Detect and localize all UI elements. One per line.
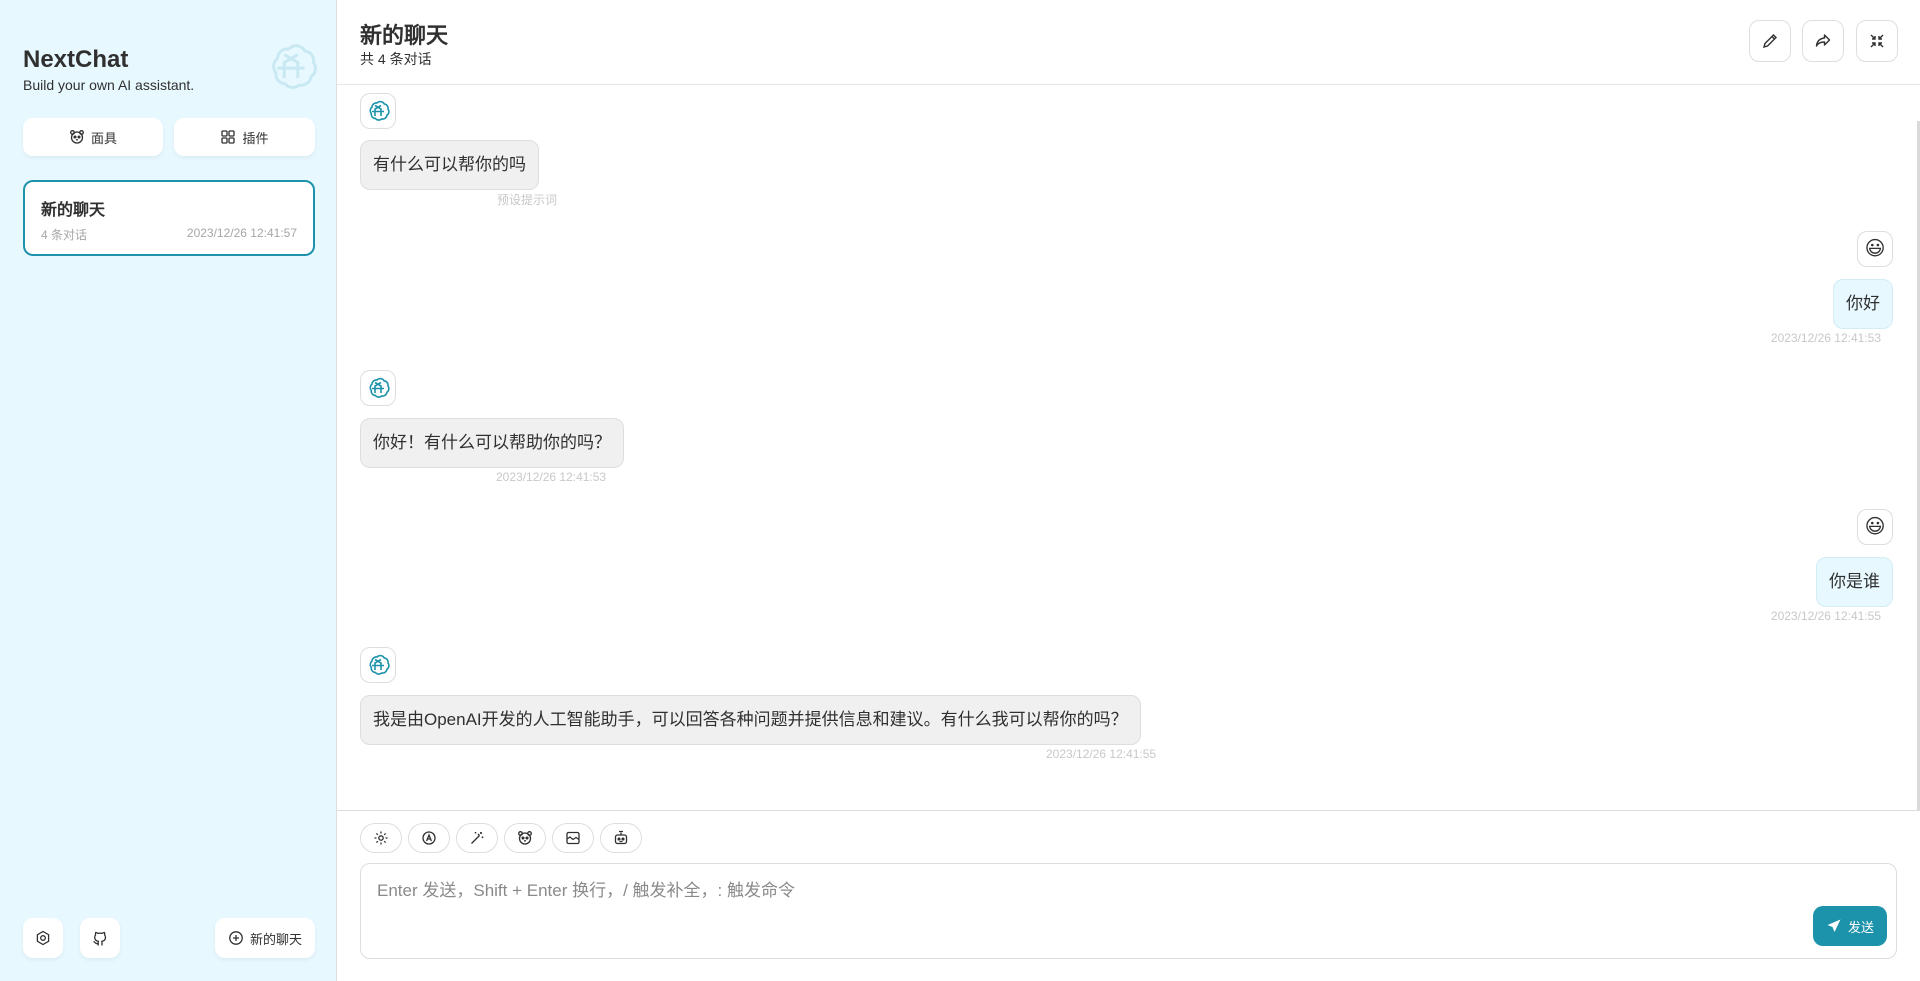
brand-title: NextChat (23, 46, 129, 73)
chat-item-count: 4 条对话 (41, 228, 88, 242)
openai-logo-icon (272, 44, 317, 89)
user-avatar: 😃 (1857, 231, 1893, 267)
message-meta: 2023/12/26 12:41:53 (1770, 331, 1881, 345)
bot-message: 你好！有什么可以帮助你的吗？ (360, 418, 624, 468)
plus-circle-icon (229, 931, 243, 945)
chat-list-item[interactable]: 新的聊天 4 条对话 2023/12/26 12:41:57 (23, 180, 315, 256)
masks-label: 面具 (90, 130, 117, 146)
send-label: 发送 (1847, 919, 1874, 935)
robot-icon (614, 830, 628, 845)
plugin-grid-icon (221, 130, 236, 144)
chat-header: 新的聊天 共 4 条对话 (337, 0, 1920, 85)
plugins-label: 插件 (242, 130, 269, 146)
sidebar: NextChat Build your own AI assistant. 面具… (0, 0, 337, 981)
message-meta: 2023/12/26 12:41:55 (1770, 609, 1881, 623)
openai-logo-icon (369, 377, 390, 398)
prompts-tool[interactable] (456, 823, 498, 853)
openai-logo-icon (369, 654, 390, 675)
auto-theme-icon (422, 831, 436, 845)
plugins-button[interactable]: 插件 (174, 118, 315, 156)
openai-logo-icon (369, 100, 390, 121)
settings-button[interactable] (23, 918, 63, 958)
new-chat-label: 新的聊天 (249, 931, 302, 947)
theme-tool[interactable] (408, 823, 450, 853)
message-meta: 2023/12/26 12:41:55 (1046, 747, 1157, 761)
pencil-icon (1762, 34, 1777, 49)
chat-item-title: 新的聊天 (41, 202, 106, 219)
message-input[interactable] (360, 863, 1897, 959)
bot-message: 有什么可以帮你的吗 (360, 140, 539, 190)
brand-subtitle: Build your own AI assistant. (23, 77, 195, 93)
chat-settings-tool[interactable] (360, 823, 402, 853)
mask-icon (518, 831, 532, 845)
share-icon (1815, 34, 1831, 47)
bot-avatar (360, 93, 396, 129)
clear-context-tool[interactable] (552, 823, 594, 853)
github-icon (93, 931, 107, 946)
bot-avatar (360, 647, 396, 683)
share-button[interactable] (1802, 20, 1844, 62)
user-message: 你是谁 (1816, 557, 1893, 607)
mask-icon (70, 130, 84, 144)
send-button[interactable]: 发送 (1813, 906, 1887, 946)
user-avatar: 😃 (1857, 509, 1893, 545)
chat-item-date: 2023/12/26 12:41:57 (186, 226, 297, 240)
chat-message-count: 共 4 条对话 (360, 51, 432, 67)
chat-title[interactable]: 新的聊天 (360, 18, 448, 50)
magic-wand-icon (471, 832, 484, 844)
chat-input-panel: 发送 (337, 810, 1920, 981)
bot-message: 我是由OpenAI开发的人工智能助手，可以回答各种问题并提供信息和建议。有什么我… (360, 695, 1141, 745)
message-list[interactable]: 有什么可以帮你的吗 预设提示词 😃 你好 2023/12/26 12:41:53… (337, 86, 1920, 811)
masks-button[interactable]: 面具 (23, 118, 163, 156)
message-meta: 预设提示词 (496, 193, 557, 207)
masks-tool[interactable] (504, 823, 546, 853)
github-button[interactable] (80, 918, 120, 958)
collapse-icon (1870, 34, 1884, 48)
user-message: 你好 (1833, 279, 1893, 329)
send-icon (1827, 919, 1841, 932)
model-select-tool[interactable] (600, 823, 642, 853)
settings-icon (36, 930, 50, 946)
gear-icon (374, 831, 388, 845)
edit-button[interactable] (1749, 20, 1791, 62)
break-icon (566, 831, 580, 845)
fullscreen-button[interactable] (1856, 20, 1898, 62)
new-chat-button[interactable]: 新的聊天 (215, 918, 315, 958)
bot-avatar (360, 370, 396, 406)
message-meta: 2023/12/26 12:41:53 (496, 470, 607, 484)
